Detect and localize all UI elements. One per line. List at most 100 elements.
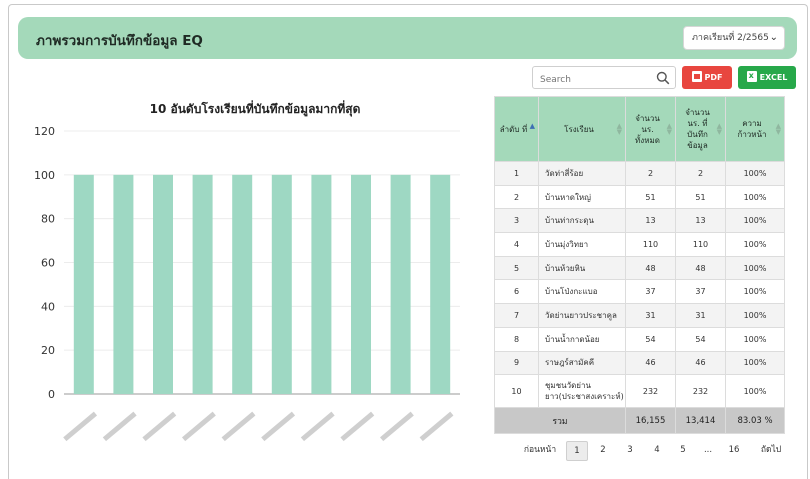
column-header-progress-label: ความ ก้าวหน้า <box>737 119 767 139</box>
chart-bar[interactable] <box>73 174 94 394</box>
cell-recorded: 2 <box>675 161 726 186</box>
pdf-icon <box>691 71 702 82</box>
page-ellipsis: ... <box>703 445 713 455</box>
cell-progress: 100% <box>725 208 785 234</box>
footer-total: 16,155 <box>625 407 676 435</box>
column-header-school[interactable]: โรงเรียน ▲ ▼ <box>538 96 626 162</box>
y-tick-label: 120 <box>34 125 55 138</box>
page-button[interactable]: 5 <box>676 441 690 459</box>
cell-rank: 10 <box>494 374 539 409</box>
table-row: 1 วัดท่าสี่ร้อย 2 2 100% <box>494 161 785 186</box>
chart-bar[interactable] <box>351 174 371 394</box>
page-button[interactable]: 2 <box>596 441 610 459</box>
cell-progress: 100% <box>725 350 785 376</box>
cell-school: บ้านท่ากระดุน <box>538 208 626 234</box>
x-tick-label-blurred <box>379 411 414 442</box>
column-header-rank[interactable]: ลำดับ ที่ ▲ <box>494 96 539 162</box>
page-button[interactable]: 16 <box>726 441 742 459</box>
page-button[interactable]: 4 <box>650 441 664 459</box>
sort-icon: ▲ ▼ <box>666 122 672 136</box>
cell-recorded: 51 <box>675 184 726 210</box>
chart-bar[interactable] <box>311 174 332 394</box>
cell-recorded: 31 <box>675 303 726 328</box>
cell-school: ราษฎร์สามัคคี <box>538 350 626 376</box>
chart-bar[interactable] <box>113 174 134 394</box>
cell-school: บ้านน้ำกาดน้อย <box>538 326 626 352</box>
semester-select[interactable]: ภาคเรียนที่ 2/2565 ⌄ <box>683 26 785 50</box>
cell-progress: 100% <box>725 255 785 281</box>
x-tick-label-blurred <box>142 411 177 442</box>
chart-bars <box>73 174 451 394</box>
cell-school: บ้านโป่งกะแบอ <box>538 279 626 305</box>
cell-recorded: 13 <box>675 208 726 234</box>
x-tick-label-blurred <box>419 411 454 442</box>
column-header-progress[interactable]: ความ ก้าวหน้า ▲ ▼ <box>725 96 785 162</box>
cell-progress: 100% <box>725 303 785 328</box>
cell-total: 31 <box>625 303 676 328</box>
cell-progress: 100% <box>725 161 785 186</box>
search-input[interactable] <box>533 69 651 91</box>
cell-rank: 3 <box>494 208 539 234</box>
cell-rank: 8 <box>494 326 539 352</box>
y-tick-label: 0 <box>48 388 55 401</box>
y-tick-label: 40 <box>41 300 55 313</box>
chart-y-axis: 0 20 40 60 80 100 120 <box>34 125 55 401</box>
excel-icon <box>746 64 757 87</box>
schools-table: ลำดับ ที่ ▲ โรงเรียน ▲ ▼ จำนวน นร. ทั้งหมด ▲… <box>494 96 785 435</box>
table-row: 3 บ้านท่ากระดุน 13 13 100% <box>494 208 785 234</box>
chart-bar[interactable] <box>390 174 411 394</box>
export-pdf-button[interactable]: PDF <box>682 66 732 89</box>
chart-bar[interactable] <box>192 174 213 394</box>
cell-recorded: 48 <box>675 255 726 281</box>
footer-recorded: 13,414 <box>675 407 726 435</box>
sort-icon: ▲ ▼ <box>616 122 622 136</box>
chart-bar[interactable] <box>430 174 451 394</box>
y-tick-label: 100 <box>34 169 55 182</box>
x-tick-label-blurred <box>340 411 375 442</box>
table-row: 4 บ้านมุ่งวิทยา 110 110 100% <box>494 232 785 257</box>
sort-icon: ▲ ▼ <box>716 122 722 136</box>
chart-bar[interactable] <box>153 174 173 394</box>
cell-total: 54 <box>625 326 676 352</box>
x-tick-label-blurred <box>181 411 216 442</box>
search-box[interactable] <box>532 66 676 91</box>
table-row: 9 ราษฎร์สามัคคี 46 46 100% <box>494 350 785 376</box>
cell-school: วัดท่าสี่ร้อย <box>538 161 626 186</box>
cell-progress: 100% <box>725 326 785 352</box>
footer-progress: 83.03 % <box>725 407 785 435</box>
x-tick-label-blurred <box>63 411 98 442</box>
cell-progress: 100% <box>725 232 785 257</box>
column-header-school-label: โรงเรียน <box>564 124 594 134</box>
footer-label: รวม <box>494 407 626 435</box>
x-tick-label-blurred <box>300 411 335 442</box>
cell-total: 2 <box>625 161 676 186</box>
cell-progress: 100% <box>725 279 785 305</box>
search-icon[interactable] <box>656 71 670 85</box>
column-header-total-label: จำนวน นร. ทั้งหมด <box>635 113 660 145</box>
chart-bar[interactable] <box>271 174 292 394</box>
y-tick-label: 60 <box>41 257 55 270</box>
prev-page-button[interactable]: ก่อนหน้า <box>520 441 560 459</box>
export-excel-button[interactable]: EXCEL <box>738 64 796 89</box>
bar-chart: 0 20 40 60 80 100 120 <box>34 125 460 442</box>
table-row: 7 วัดย่านยาวประชาคูล 31 31 100% <box>494 303 785 328</box>
cell-total: 51 <box>625 184 676 210</box>
page-button-current[interactable]: 1 <box>566 441 588 461</box>
column-header-recorded[interactable]: จำนวน นร. ที่ บันทึก ข้อมูล ▲ ▼ <box>675 96 726 162</box>
semester-select-value: ภาคเรียนที่ 2/2565 <box>692 33 769 43</box>
cell-progress: 100% <box>725 374 785 409</box>
column-header-rank-label: ลำดับ ที่ <box>499 124 528 134</box>
column-header-recorded-label: จำนวน นร. ที่ บันทึก ข้อมูล <box>685 108 710 150</box>
table-row: 10 ชุมชนวัดย่าน ยาว(ประชาสงเคราะห์) 232 232… <box>494 374 785 409</box>
next-page-button[interactable]: ถัดไป <box>756 441 786 459</box>
page-button[interactable]: 3 <box>623 441 637 459</box>
column-header-total[interactable]: จำนวน นร. ทั้งหมด ▲ ▼ <box>625 96 676 162</box>
table-footer-row: รวม 16,155 13,414 83.03 % <box>494 407 785 435</box>
cell-school: ชุมชนวัดย่าน ยาว(ประชาสงเคราะห์) <box>538 374 626 409</box>
chevron-down-icon: ⌄ <box>769 32 778 43</box>
cell-total: 110 <box>625 232 676 257</box>
chart-bar[interactable] <box>232 174 253 394</box>
y-tick-label: 80 <box>41 213 55 226</box>
x-tick-label-blurred <box>102 411 137 442</box>
cell-school: บ้านห้วยหิน <box>538 255 626 281</box>
